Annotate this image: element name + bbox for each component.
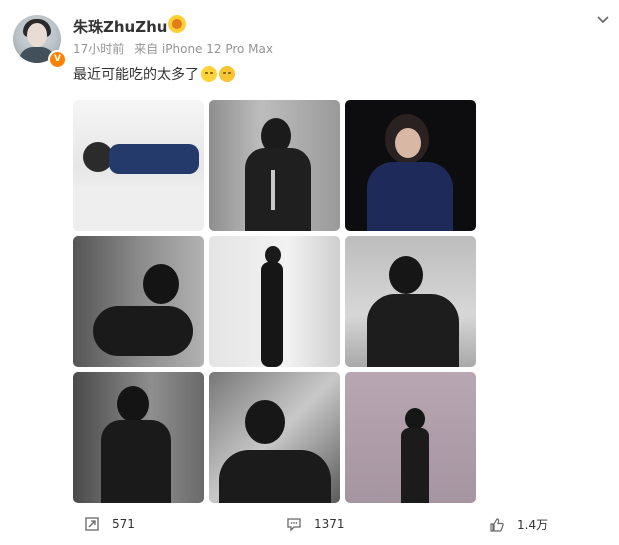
photo-9[interactable]	[345, 372, 476, 503]
photo-2[interactable]	[209, 100, 340, 231]
repost-count: 571	[112, 517, 135, 531]
repost-button[interactable]: 571	[84, 516, 135, 532]
vip-badge-icon[interactable]	[168, 15, 186, 33]
photo-1[interactable]	[73, 100, 204, 231]
share-icon	[85, 517, 99, 531]
post-source: 来自 iPhone 12 Pro Max	[134, 42, 273, 56]
verified-badge-icon: V	[48, 50, 67, 69]
username[interactable]: 朱珠ZhuZhu	[73, 16, 167, 37]
thumbs-up-icon	[490, 518, 504, 532]
chevron-down-icon[interactable]	[595, 12, 611, 28]
avatar-face	[27, 23, 47, 47]
post-actions: 571 1371 1.4万	[0, 508, 619, 540]
post-meta: 17小时前 来自 iPhone 12 Pro Max	[73, 40, 273, 57]
post-text-content: 最近可能吃的太多了	[73, 67, 199, 83]
post-time[interactable]: 17小时前	[73, 42, 124, 56]
photo-4[interactable]	[73, 236, 204, 367]
comment-button[interactable]: 1371	[286, 516, 345, 532]
photo-grid	[73, 100, 477, 504]
comment-icon	[287, 518, 301, 532]
like-count: 1.4万	[517, 518, 549, 532]
photo-5[interactable]	[209, 236, 340, 367]
thinking-emoji-icon	[201, 66, 217, 82]
photo-6[interactable]	[345, 236, 476, 367]
photo-3[interactable]	[345, 100, 476, 231]
photo-8[interactable]	[209, 372, 340, 503]
post-text: 最近可能吃的太多了	[73, 64, 235, 84]
sweat-smile-emoji-icon	[219, 66, 235, 82]
like-button[interactable]: 1.4万	[489, 516, 548, 533]
comment-count: 1371	[314, 517, 345, 531]
weibo-post-card: V 朱珠ZhuZhu 17小时前 来自 iPhone 12 Pro Max 最近…	[0, 0, 619, 545]
photo-7[interactable]	[73, 372, 204, 503]
